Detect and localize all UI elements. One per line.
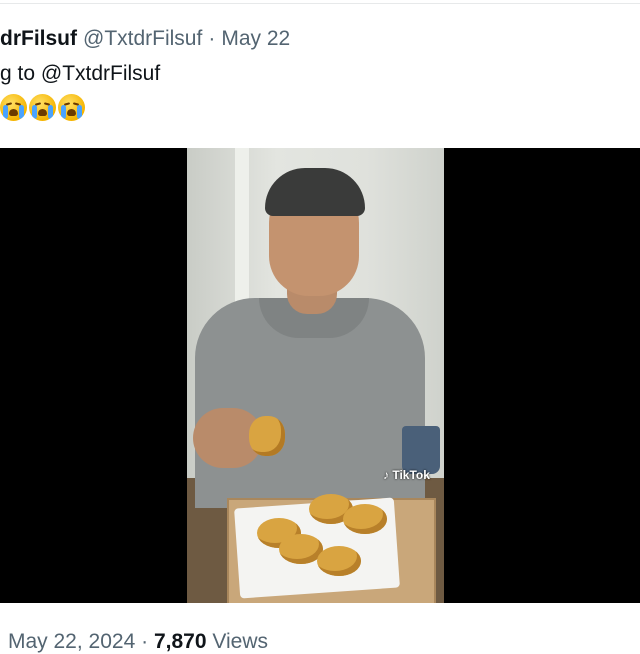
- tweet-video-player[interactable]: ♪ TikTok: [0, 148, 640, 603]
- tweet-text-emojis: [0, 94, 85, 121]
- video-bun: [343, 504, 387, 534]
- separator-dot: ·: [208, 27, 216, 50]
- video-mug: [402, 426, 440, 474]
- tiktok-watermark: ♪ TikTok: [383, 468, 430, 482]
- loudly-crying-face-icon: [58, 94, 85, 121]
- reply-mention-link[interactable]: @TxtdrFilsuf: [41, 62, 160, 85]
- views-label: Views: [212, 630, 268, 653]
- display-name[interactable]: drFilsuf: [0, 27, 77, 51]
- tweet-date[interactable]: May 22: [221, 27, 290, 51]
- top-divider: [0, 3, 640, 4]
- meta-separator: ·: [141, 630, 149, 653]
- tweet-header: drFilsuf @TxtdrFilsuf · May 22: [0, 24, 290, 54]
- loudly-crying-face-icon: [0, 94, 27, 121]
- replying-to-line: g to @TxtdrFilsuf: [0, 62, 160, 86]
- loudly-crying-face-icon: [29, 94, 56, 121]
- video-bun: [317, 546, 361, 576]
- tweet-meta-line: May 22, 2024 · 7,870 Views: [8, 630, 268, 654]
- replying-to-text: g to: [0, 62, 36, 85]
- video-wall-edge: [235, 148, 249, 308]
- tweet-timestamp[interactable]: May 22, 2024: [8, 630, 135, 653]
- tiktok-watermark-text: TikTok: [392, 468, 430, 482]
- video-bread-in-hand: [249, 416, 285, 456]
- user-handle[interactable]: @TxtdrFilsuf: [83, 27, 202, 51]
- views-count: 7,870: [153, 630, 207, 653]
- video-frame[interactable]: ♪ TikTok: [187, 148, 444, 603]
